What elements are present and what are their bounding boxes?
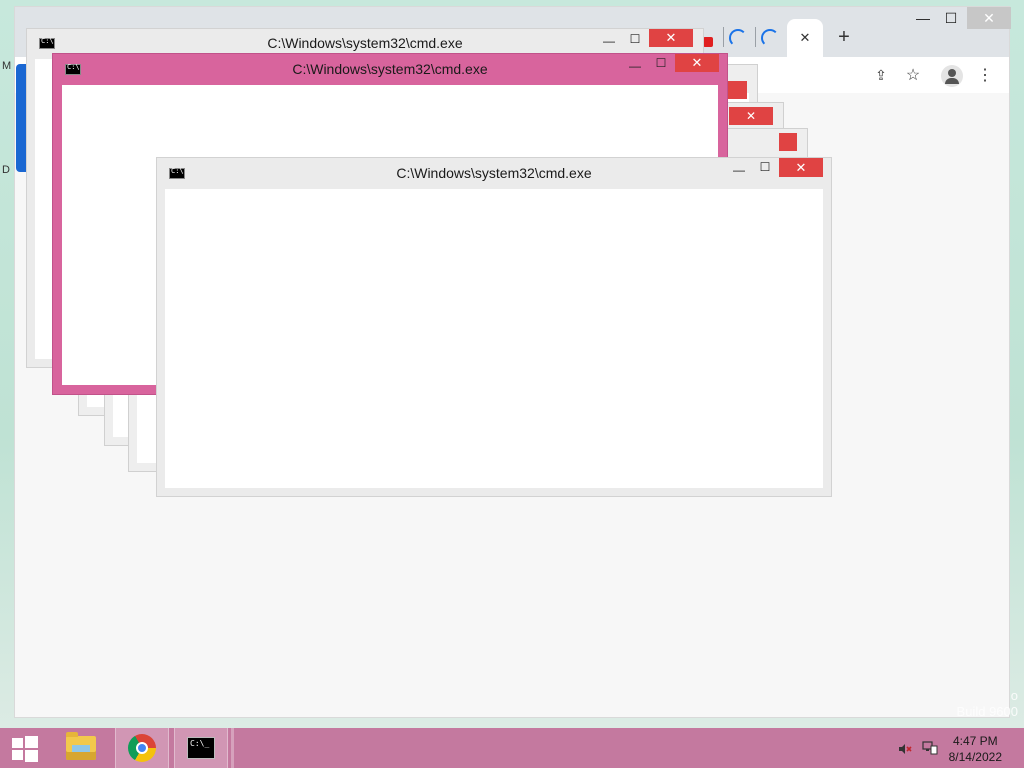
youtube-favicon-icon[interactable] bbox=[703, 37, 713, 47]
taskbar: 4:47 PM 8/14/2022 bbox=[0, 728, 1024, 768]
cmd-icon bbox=[187, 737, 215, 759]
clock-time: 4:47 PM bbox=[952, 734, 998, 748]
taskbar-stack-edge bbox=[231, 728, 234, 768]
console-area[interactable] bbox=[165, 189, 823, 488]
chrome-icon bbox=[128, 734, 156, 762]
windows-logo-icon bbox=[12, 738, 23, 748]
clock-date: 8/14/2022 bbox=[948, 750, 1002, 764]
file-explorer-icon bbox=[66, 732, 96, 760]
loading-spinner-icon bbox=[729, 29, 747, 47]
volume-muted-icon[interactable] bbox=[898, 742, 912, 754]
os-watermark: o Build 9600 bbox=[957, 688, 1018, 720]
maximize-button[interactable]: ☐ bbox=[757, 159, 773, 175]
new-tab-button[interactable]: + bbox=[833, 26, 855, 48]
edge-letter: M bbox=[2, 60, 12, 72]
window-title: C:\Windows\system32\cmd.exe bbox=[396, 165, 592, 181]
active-tab[interactable]: ✕ bbox=[787, 19, 823, 57]
close-button[interactable] bbox=[727, 81, 747, 99]
chrome-close-button[interactable]: ✕ bbox=[967, 7, 1011, 29]
close-button[interactable]: ✕ bbox=[675, 54, 719, 72]
tab-separator bbox=[723, 27, 724, 47]
minimize-button[interactable]: — bbox=[601, 33, 617, 49]
blue-panel-edge bbox=[16, 64, 26, 172]
close-button[interactable]: ✕ bbox=[779, 158, 823, 177]
watermark-line: o bbox=[1010, 688, 1018, 703]
minimize-button[interactable]: — bbox=[731, 162, 747, 178]
title-bar[interactable]: C:\Windows\system32\cmd.exe — ☐ ✕ bbox=[53, 54, 727, 84]
network-icon[interactable] bbox=[922, 740, 938, 755]
bookmark-star-icon[interactable]: ☆ bbox=[903, 65, 923, 85]
desktop: ✕ + — ☐ ✕ ⇪ ☆ ⋮ M D ✕ C:\Windows\system bbox=[0, 0, 1024, 728]
maximize-button[interactable]: ☐ bbox=[627, 31, 643, 47]
window-title: C:\Windows\system32\cmd.exe bbox=[292, 61, 488, 77]
system-clock[interactable]: 4:47 PM 8/14/2022 bbox=[949, 733, 1002, 765]
close-button[interactable]: ✕ bbox=[729, 107, 773, 125]
loading-spinner-icon bbox=[761, 29, 779, 47]
profile-avatar-icon[interactable] bbox=[941, 65, 963, 87]
edge-letter: D bbox=[2, 164, 10, 176]
close-button[interactable] bbox=[779, 133, 797, 151]
cmd-window[interactable]: C:\Windows\system32\cmd.exe — ☐ ✕ bbox=[156, 157, 832, 497]
taskbar-file-explorer[interactable] bbox=[54, 728, 108, 768]
start-button[interactable] bbox=[10, 736, 38, 762]
watermark-build: Build 9600 bbox=[956, 704, 1018, 719]
close-button[interactable]: ✕ bbox=[649, 29, 693, 47]
taskbar-cmd[interactable] bbox=[174, 728, 228, 768]
minimize-button[interactable]: — bbox=[627, 58, 643, 74]
more-menu-icon[interactable]: ⋮ bbox=[977, 65, 993, 85]
title-bar[interactable]: C:\Windows\system32\cmd.exe — ☐ ✕ bbox=[157, 158, 831, 188]
maximize-button[interactable]: ☐ bbox=[653, 55, 669, 71]
share-icon[interactable]: ⇪ bbox=[871, 65, 891, 85]
taskbar-chrome[interactable] bbox=[115, 728, 169, 768]
tab-separator bbox=[755, 27, 756, 47]
close-tab-icon[interactable]: ✕ bbox=[795, 29, 815, 47]
